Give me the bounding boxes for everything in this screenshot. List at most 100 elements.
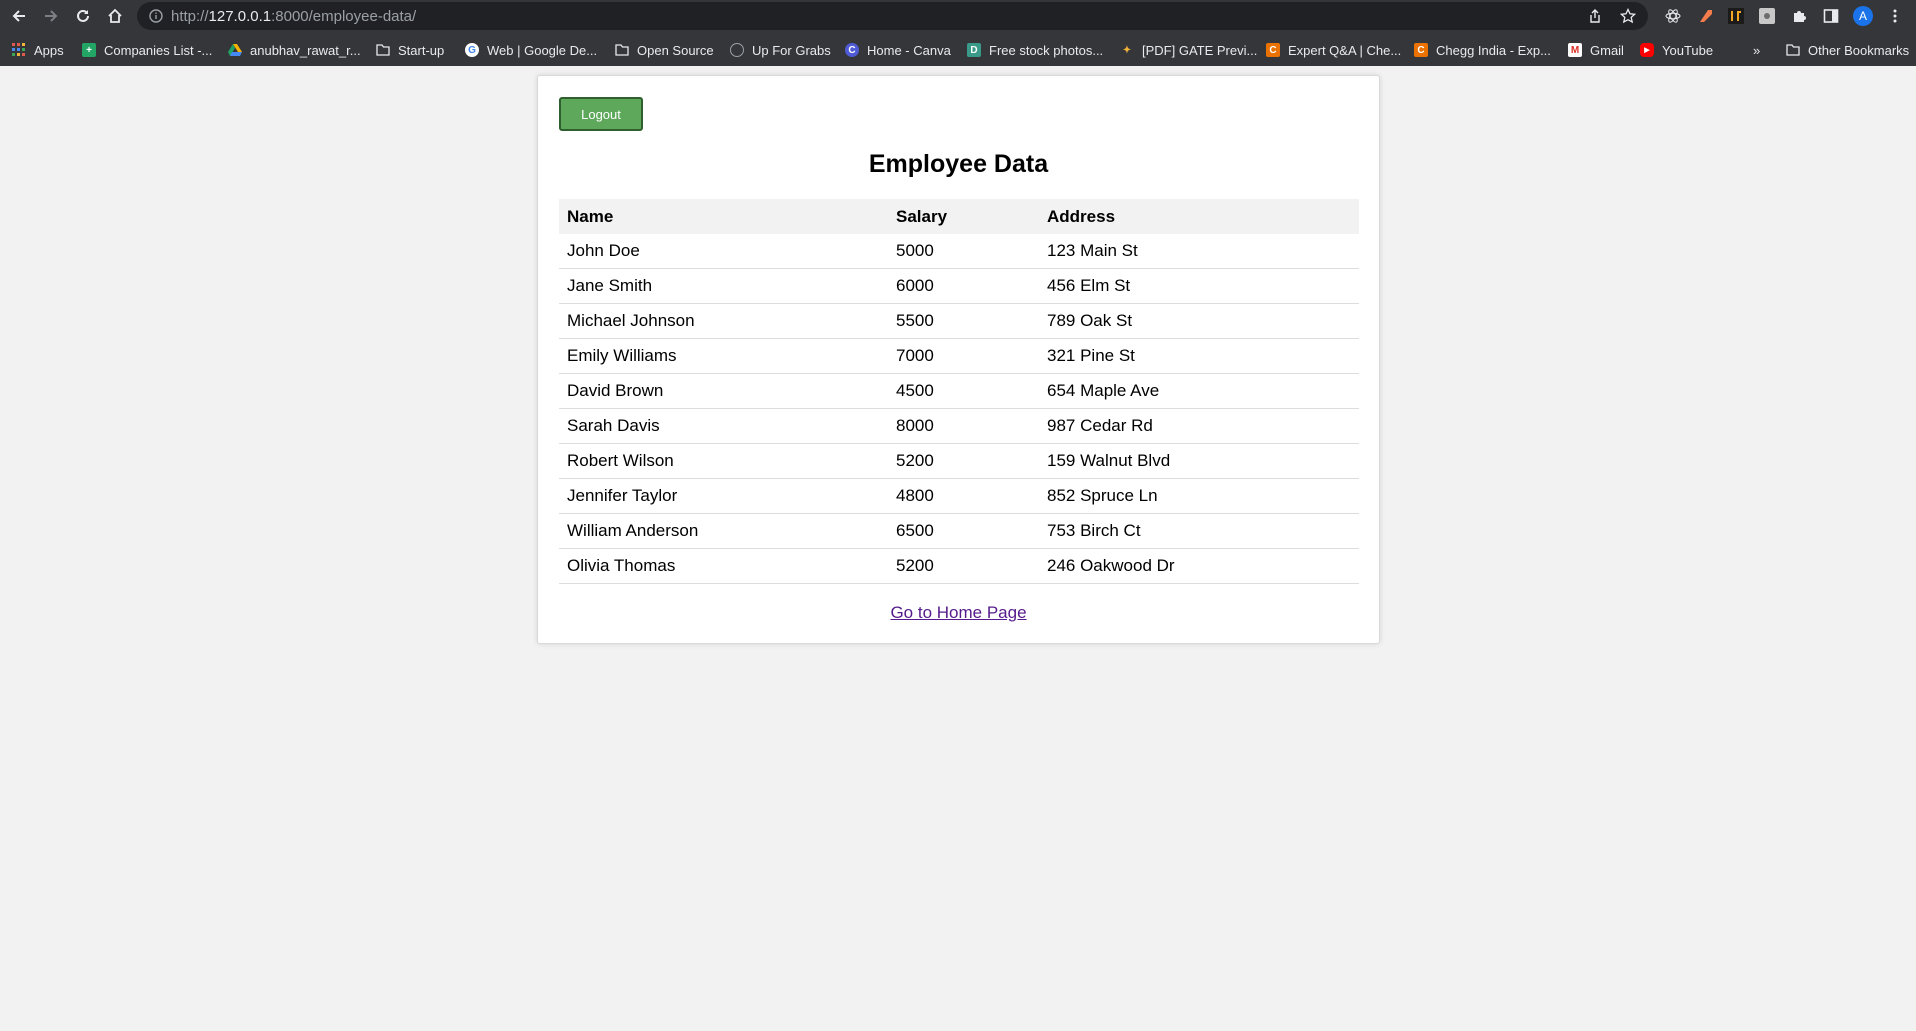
cell-name: Robert Wilson [559, 443, 888, 479]
page-title: Employee Data [868, 150, 1049, 178]
cell-address: 123 Main St [1039, 234, 1359, 269]
table-row: Olivia Thomas 5200 246 Oakwood Dr [559, 548, 1359, 584]
canva-icon: C [845, 43, 859, 57]
avatar: A [1853, 6, 1873, 26]
bookmark-gate-pdf[interactable]: ✦ [PDF] GATE Previ... [1120, 40, 1258, 60]
bookmark-label: Web | Google De... [487, 42, 598, 58]
extension-tag-button[interactable] [1696, 6, 1716, 26]
star-icon[interactable] [1620, 8, 1636, 24]
browser-chrome: http://127.0.0.1:8000/employee-data/ A A… [0, 0, 1916, 66]
table-row: John Doe 5000 123 Main St [559, 234, 1359, 269]
extensions-button[interactable] [1789, 6, 1809, 26]
bookmark-web-google[interactable]: G Web | Google De... [465, 40, 597, 60]
table-row: Jane Smith 6000 456 Elm St [559, 268, 1359, 304]
cell-salary: 4500 [888, 373, 1039, 409]
folder-icon [376, 43, 390, 57]
bookmark-label: Up For Grabs [752, 42, 831, 58]
arrow-left-icon [12, 10, 25, 22]
youtube-icon: ▶ [1640, 43, 1654, 57]
bookmark-label: Open Source [637, 42, 714, 58]
info-icon [149, 9, 163, 23]
forward-button[interactable] [38, 3, 64, 29]
extension-screenshot-button[interactable] [1757, 6, 1777, 26]
pdf-icon: ✦ [1122, 44, 1132, 56]
chegg-icon: C [1266, 43, 1280, 57]
home-page-link[interactable]: Go to Home Page [538, 603, 1379, 623]
bookmarks-bar: Apps + Companies List -... anubhav_rawat_… [0, 35, 1916, 65]
bookmark-companies-list[interactable]: + Companies List -... [82, 40, 212, 60]
cell-address: 654 Maple Ave [1039, 373, 1359, 409]
cell-address: 987 Cedar Rd [1039, 408, 1359, 444]
extension-react-button[interactable] [1663, 6, 1683, 26]
bookmark-canva[interactable]: C Home - Canva [845, 40, 951, 60]
url-text: http://127.0.0.1:8000/employee-data/ [171, 8, 416, 25]
extension-lf-button[interactable] [1726, 6, 1746, 26]
column-header-address: Address [1039, 199, 1359, 234]
bookmark-up-for-grabs[interactable]: Up For Grabs [730, 40, 831, 60]
kebab-menu-icon [1893, 9, 1897, 23]
back-button[interactable] [6, 3, 32, 29]
cell-salary: 5200 [888, 443, 1039, 479]
table-row: Michael Johnson 5500 789 Oak St [559, 303, 1359, 339]
table-row: Emily Williams 7000 321 Pine St [559, 338, 1359, 374]
browser-menu-button[interactable] [1885, 6, 1905, 26]
bookmark-label: [PDF] GATE Previ... [1142, 42, 1258, 58]
share-icon[interactable] [1588, 9, 1602, 23]
gmail-icon: M [1568, 43, 1582, 57]
cell-name: Jane Smith [559, 268, 888, 304]
url-host: 127.0.0.1 [208, 8, 272, 25]
cell-address: 159 Walnut Blvd [1039, 443, 1359, 479]
url-path: :8000/employee-data/ [271, 8, 417, 25]
bookmark-gmail[interactable]: M Gmail [1568, 40, 1624, 60]
chevron-double-right-icon: » [1753, 42, 1761, 58]
bookmark-chegg-india[interactable]: C Chegg India - Exp... [1414, 40, 1551, 60]
cell-address: 246 Oakwood Dr [1039, 548, 1359, 584]
logout-button[interactable]: Logout [559, 97, 643, 131]
column-header-name: Name [559, 199, 888, 234]
profile-button[interactable]: A [1853, 6, 1873, 26]
cell-name: Michael Johnson [559, 303, 888, 339]
react-icon [1665, 9, 1681, 23]
cell-name: Olivia Thomas [559, 548, 888, 584]
bookmark-expert-qa[interactable]: C Expert Q&A | Che... [1266, 40, 1401, 60]
folder-icon [615, 43, 629, 57]
bookmark-label: Other Bookmarks [1808, 42, 1910, 58]
bookmark-apps[interactable]: Apps [12, 40, 64, 60]
bookmarks-overflow-button[interactable]: » [1753, 40, 1760, 60]
bookmark-free-stock-photos[interactable]: D Free stock photos... [967, 40, 1103, 60]
sheets-icon: + [82, 43, 96, 57]
apps-grid-icon [12, 43, 26, 57]
cell-salary: 5000 [888, 234, 1039, 269]
table-row: William Anderson 6500 753 Birch Ct [559, 513, 1359, 549]
screenshot-icon [1759, 8, 1775, 24]
tag-icon [1700, 10, 1712, 22]
folder-icon [1786, 43, 1800, 57]
globe-icon [730, 43, 744, 57]
avatar-initial: A [1858, 9, 1867, 23]
home-icon [108, 8, 122, 23]
cell-name: William Anderson [559, 513, 888, 549]
cell-address: 321 Pine St [1039, 338, 1359, 374]
employee-table: Name Salary Address John Doe 5000 123 Ma… [559, 199, 1359, 584]
google-icon: G [465, 43, 479, 57]
side-panel-button[interactable] [1821, 6, 1841, 26]
address-bar[interactable]: http://127.0.0.1:8000/employee-data/ [137, 2, 1648, 30]
employee-card: Logout Employee Data Name Salary Address… [537, 75, 1380, 644]
bookmark-drive[interactable]: anubhav_rawat_r... [228, 40, 361, 60]
table-row: Robert Wilson 5200 159 Walnut Blvd [559, 443, 1359, 479]
puzzle-icon [1794, 11, 1806, 22]
cell-address: 456 Elm St [1039, 268, 1359, 304]
browser-toolbar: http://127.0.0.1:8000/employee-data/ A [0, 0, 1916, 31]
cell-address: 852 Spruce Ln [1039, 478, 1359, 514]
bookmark-label: anubhav_rawat_r... [250, 42, 361, 58]
other-bookmarks[interactable]: Other Bookmarks [1786, 40, 1909, 60]
reload-button[interactable] [70, 3, 96, 29]
cell-name: Sarah Davis [559, 408, 888, 444]
home-button[interactable] [102, 3, 128, 29]
bookmark-start-up[interactable]: Start-up [376, 40, 444, 60]
chegg-icon: C [1414, 43, 1428, 57]
cell-salary: 4800 [888, 478, 1039, 514]
bookmark-youtube[interactable]: ▶ YouTube [1640, 40, 1713, 60]
bookmark-open-source[interactable]: Open Source [615, 40, 714, 60]
cell-address: 789 Oak St [1039, 303, 1359, 339]
